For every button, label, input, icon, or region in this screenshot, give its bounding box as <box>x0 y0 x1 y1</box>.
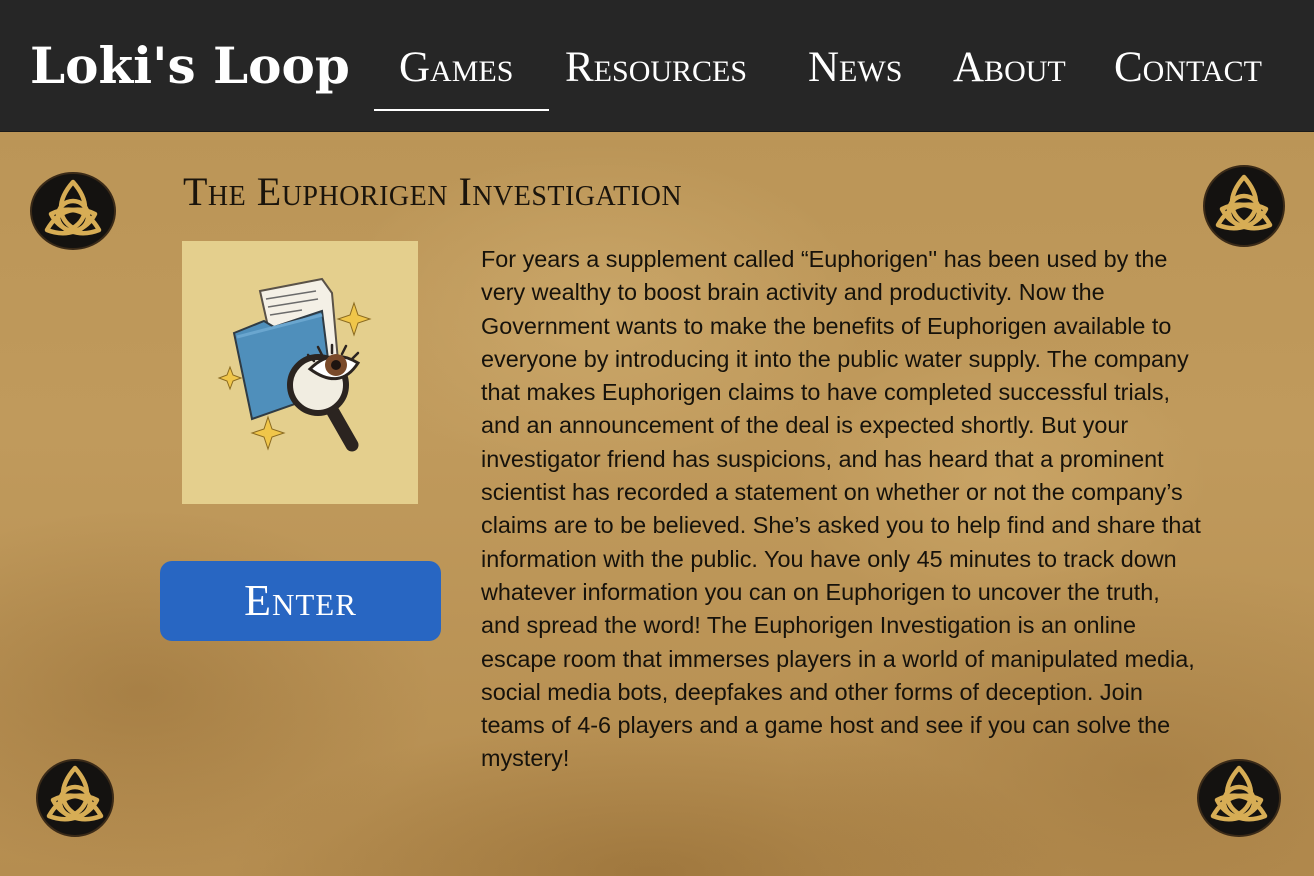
triquetra-knot-icon <box>1203 165 1285 247</box>
nav-resources[interactable]: Resources <box>565 40 747 96</box>
enter-button[interactable]: Enter <box>160 561 441 641</box>
triquetra-knot-icon <box>36 759 114 837</box>
folder-magnifier-eye-icon <box>217 277 372 452</box>
nav-games[interactable]: Games <box>399 40 513 96</box>
top-navigation-bar: Loki's Loop Games Resources News About C… <box>0 0 1314 132</box>
nav-news[interactable]: News <box>808 40 902 96</box>
site-logo[interactable]: Loki's Loop <box>30 34 350 98</box>
active-nav-underline <box>374 109 549 111</box>
nav-about[interactable]: About <box>953 40 1066 96</box>
game-description: For years a supplement called “Euphorige… <box>481 246 1201 772</box>
triquetra-knot-icon <box>30 172 116 250</box>
nav-contact[interactable]: Contact <box>1114 40 1262 96</box>
page: Loki's Loop Games Resources News About C… <box>0 0 1314 876</box>
game-title: The Euphorigen Investigation <box>183 169 683 214</box>
triquetra-knot-icon <box>1197 759 1281 837</box>
game-thumbnail[interactable] <box>182 241 418 504</box>
